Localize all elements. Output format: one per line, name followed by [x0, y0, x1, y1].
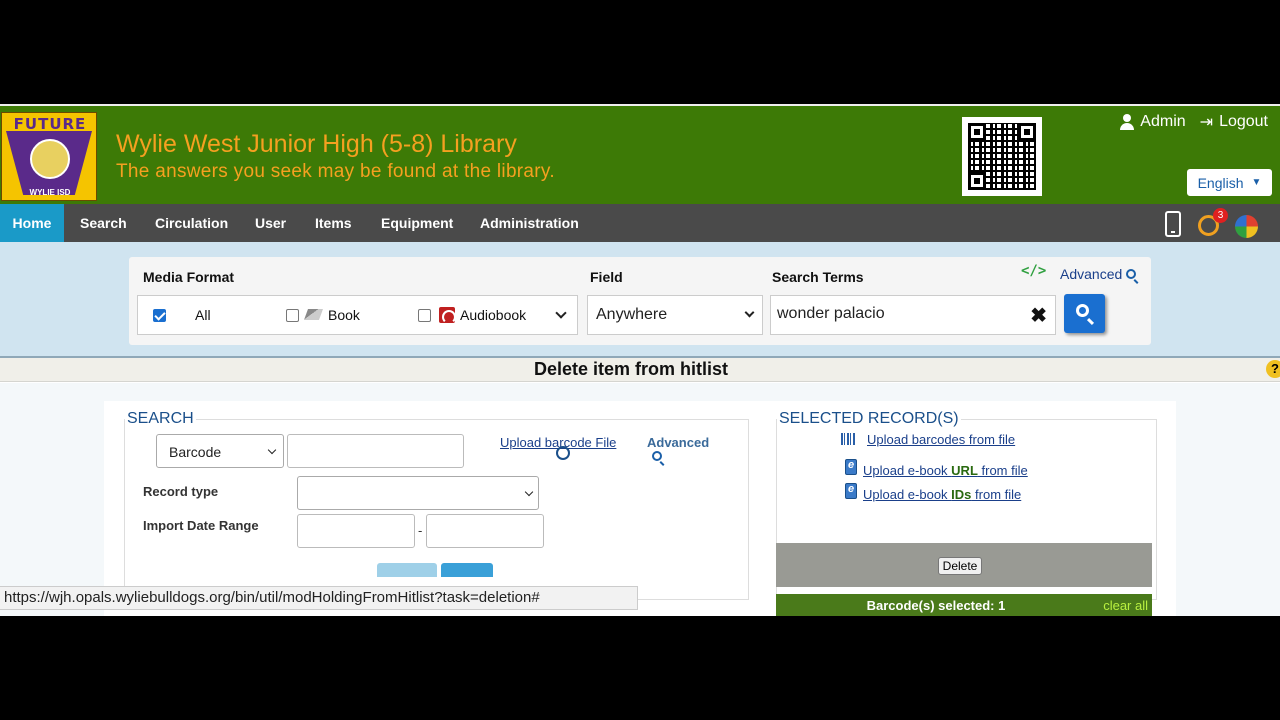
qr-code-icon[interactable] — [962, 117, 1042, 196]
import-date-label: Import Date Range — [143, 518, 259, 533]
format-audiobook-checkbox[interactable] — [418, 309, 431, 322]
format-book-checkbox[interactable] — [286, 309, 299, 322]
search-legend: SEARCH — [127, 410, 194, 427]
search-by-select[interactable]: Barcode — [156, 434, 284, 468]
search-band: Media Format Field Search Terms </> Adva… — [0, 242, 1280, 358]
advanced-search-link[interactable]: Advanced — [1060, 266, 1137, 282]
language-dropdown[interactable]: English ▼ — [1187, 169, 1272, 196]
notification-badge: 3 — [1213, 208, 1228, 223]
nav-home[interactable]: Home — [0, 204, 64, 242]
search-icon — [1076, 304, 1089, 317]
barcode-icon — [841, 433, 855, 445]
zoom-in-icon[interactable] — [652, 451, 662, 461]
caret-down-icon: ▼ — [1251, 177, 1262, 188]
search-terms-label: Search Terms — [772, 269, 864, 285]
search-button[interactable] — [1064, 294, 1105, 333]
barcode-input[interactable] — [287, 434, 464, 468]
upload-ebook-url-link[interactable]: Upload e-book URL from file — [863, 463, 1028, 478]
nav-user[interactable]: User — [255, 204, 286, 242]
search-icon — [1126, 269, 1137, 279]
nav-circulation[interactable]: Circulation — [155, 204, 228, 242]
record-type-select[interactable] — [297, 476, 539, 510]
logout-link[interactable]: ⇥ Logout — [1200, 112, 1268, 132]
date-range-separator: - — [418, 523, 423, 538]
field-select[interactable]: Anywhere — [587, 295, 763, 335]
main-content: SEARCH Barcode Upload barcode File Advan… — [0, 383, 1280, 616]
format-all-label: All — [195, 307, 211, 323]
book-icon — [303, 309, 324, 320]
chevron-down-icon — [744, 307, 755, 318]
search-terms-field: ✖ — [770, 295, 1056, 335]
record-type-label: Record type — [143, 484, 219, 499]
date-from-input[interactable] — [297, 514, 415, 548]
page-title-bar: Delete item from hitlist ? — [0, 358, 1280, 382]
user-icon — [1120, 114, 1135, 130]
selection-bar: Barcode(s) selected: 1 clear all — [776, 594, 1152, 616]
school-logo: FUTURE WYLIE ISD — [1, 112, 97, 201]
page-title: Delete item from hitlist — [533, 359, 729, 379]
library-tagline: The answers you seek may be found at the… — [116, 161, 555, 182]
selected-count: Barcode(s) selected: 1 — [866, 598, 1006, 613]
nav-equipment[interactable]: Equipment — [381, 204, 453, 242]
reset-button[interactable] — [377, 563, 437, 577]
nav-items[interactable]: Items — [315, 204, 352, 242]
main-nav: Home Search Circulation User Items Equip… — [0, 204, 1280, 242]
language-label: English — [1197, 174, 1244, 191]
advanced-link[interactable]: Advanced — [647, 435, 709, 450]
ebook-icon — [845, 483, 857, 499]
field-label: Field — [590, 269, 623, 285]
selected-records-legend: SELECTED RECORD(S) — [779, 410, 959, 427]
help-icon[interactable]: ? — [1266, 360, 1280, 378]
upload-ebook-ids-link[interactable]: Upload e-book IDs from file — [863, 487, 1021, 502]
clear-icon[interactable]: ✖ — [1030, 303, 1047, 328]
search-panel: Media Format Field Search Terms </> Adva… — [129, 257, 1151, 345]
upload-barcodes-link[interactable]: Upload barcodes from file — [867, 432, 1015, 447]
date-to-input[interactable] — [426, 514, 544, 548]
clear-all-link[interactable]: clear all — [1103, 598, 1148, 613]
browser-viewport: FUTURE WYLIE ISD Wylie West Junior High … — [0, 104, 1280, 616]
admin-link[interactable]: Admin — [1120, 112, 1186, 132]
headphones-icon — [439, 307, 456, 324]
search-input[interactable] — [777, 305, 1027, 323]
library-title: Wylie West Junior High (5-8) Library — [116, 130, 517, 158]
chevron-down-icon[interactable] — [555, 307, 567, 319]
stats-pie-icon[interactable] — [1235, 215, 1258, 238]
mobile-icon[interactable] — [1165, 211, 1181, 237]
format-book-label: Book — [328, 307, 360, 323]
nav-search[interactable]: Search — [80, 204, 127, 242]
format-all-checkbox[interactable] — [153, 309, 166, 322]
status-bar-url: https://wjh.opals.wyliebulldogs.org/bin/… — [0, 586, 638, 610]
embed-code-icon[interactable]: </> — [1021, 263, 1046, 279]
library-header: FUTURE WYLIE ISD Wylie West Junior High … — [0, 104, 1280, 204]
nav-administration[interactable]: Administration — [480, 204, 579, 242]
ebook-icon — [845, 459, 857, 475]
media-format-selector: All Book Audiobook — [137, 295, 578, 335]
format-audiobook-label: Audiobook — [460, 307, 527, 323]
search-fieldset: SEARCH Barcode Upload barcode File Advan… — [124, 410, 749, 600]
delete-bar: Delete — [776, 543, 1152, 587]
loading-cursor-icon — [556, 446, 570, 460]
delete-button[interactable]: Delete — [938, 557, 982, 575]
media-format-label: Media Format — [143, 269, 235, 285]
hitlist-card: SEARCH Barcode Upload barcode File Advan… — [104, 401, 1176, 616]
logout-icon: ⇥ — [1199, 114, 1214, 131]
submit-button[interactable] — [441, 563, 493, 577]
